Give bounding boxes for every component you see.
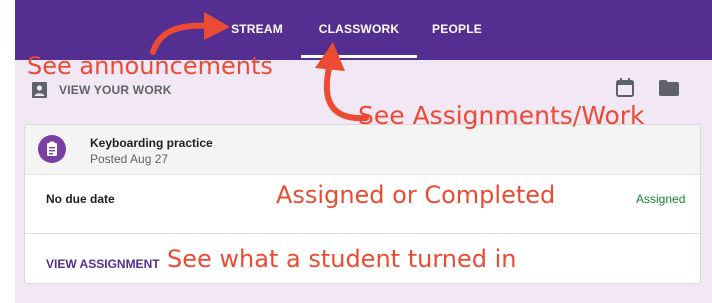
assignment-icon [38, 135, 66, 163]
card-divider [25, 233, 700, 234]
view-assignment-link[interactable]: VIEW ASSIGNMENT [46, 257, 160, 271]
view-your-work-link[interactable]: VIEW YOUR WORK [32, 80, 172, 100]
assignment-posted-date: Posted Aug 27 [90, 152, 169, 166]
status-badge: Assigned [636, 192, 686, 206]
tab-stream[interactable]: STREAM [217, 0, 297, 60]
top-nav-bar: STREAM CLASSWORK PEOPLE [15, 0, 712, 60]
folder-icon[interactable] [659, 80, 679, 96]
annotation-status: Assigned or Completed [276, 181, 556, 209]
view-your-work-label: VIEW YOUR WORK [59, 83, 172, 97]
annotation-announcements: See announcements [27, 52, 273, 80]
due-date: No due date [46, 192, 115, 206]
assignment-title: Keyboarding practice [90, 136, 213, 150]
tab-classwork[interactable]: CLASSWORK [301, 0, 417, 60]
tab-people[interactable]: PEOPLE [423, 0, 491, 60]
assignment-card-header[interactable]: Keyboarding practice Posted Aug 27 [25, 125, 700, 175]
account-box-icon [32, 82, 47, 98]
calendar-icon[interactable] [616, 78, 634, 97]
annotation-assignments: See Assignments/Work [358, 101, 645, 130]
annotation-turned-in: See what a student turned in [167, 245, 517, 273]
